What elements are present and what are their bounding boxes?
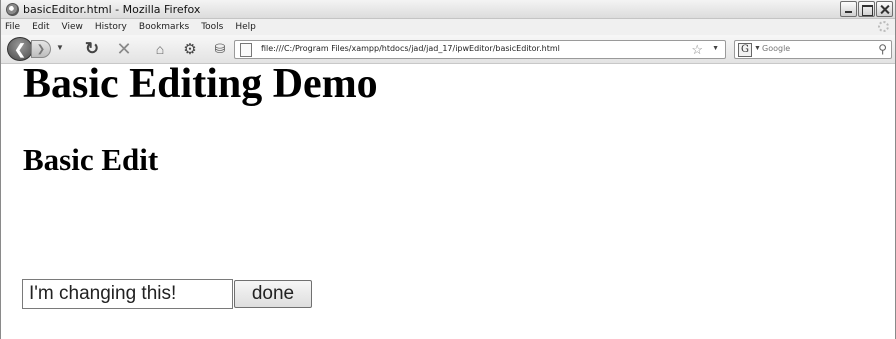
menu-tools[interactable]: Tools xyxy=(201,22,223,32)
stop-icon[interactable]: ✕ xyxy=(115,39,133,59)
history-dropdown-icon[interactable]: ▼ xyxy=(56,43,64,52)
home-icon[interactable]: ⌂ xyxy=(151,40,169,58)
star-icon[interactable]: ☆ xyxy=(691,42,703,58)
database-icon[interactable]: ⛁ xyxy=(211,40,229,58)
maximize-button[interactable] xyxy=(858,1,875,17)
edit-input[interactable] xyxy=(22,279,233,309)
forward-arrow-icon: ❯ xyxy=(36,43,46,55)
engine-dropdown-icon[interactable]: ▼ xyxy=(754,45,761,52)
menu-file[interactable]: File xyxy=(5,22,20,32)
menu-bookmarks[interactable]: Bookmarks xyxy=(139,22,189,32)
gear-icon[interactable]: ⚙ xyxy=(181,40,199,58)
back-arrow-icon: ❮ xyxy=(14,40,26,57)
address-bar[interactable]: file:///C:/Program Files/xampp/htdocs/ja… xyxy=(234,40,726,59)
search-icon[interactable]: ⚲ xyxy=(878,42,887,56)
forward-button[interactable]: ❯ xyxy=(31,40,51,58)
menu-bar: File Edit View History Bookmarks Tools H… xyxy=(1,19,895,35)
browser-window: basicEditor.html - Mozilla Firefox File … xyxy=(0,0,896,339)
page-heading: Basic Editing Demo xyxy=(23,61,378,107)
done-button[interactable]: done xyxy=(234,280,312,308)
window-controls xyxy=(840,1,893,17)
throbber-icon xyxy=(878,21,889,32)
back-button[interactable]: ❮ xyxy=(7,37,33,61)
menu-help[interactable]: Help xyxy=(235,22,256,32)
title-bar: basicEditor.html - Mozilla Firefox xyxy=(1,0,895,19)
window-title: basicEditor.html - Mozilla Firefox xyxy=(23,3,201,16)
search-bar: G ▼ ⚲ xyxy=(734,40,892,59)
menu-view[interactable]: View xyxy=(62,22,83,32)
search-input[interactable] xyxy=(762,44,862,53)
menu-history[interactable]: History xyxy=(95,22,127,32)
page-icon xyxy=(240,43,252,57)
url-dropdown-icon[interactable]: ▼ xyxy=(712,45,719,52)
minimize-button[interactable] xyxy=(840,1,857,17)
close-button[interactable] xyxy=(876,1,893,17)
url-text[interactable]: file:///C:/Program Files/xampp/htdocs/ja… xyxy=(261,44,560,53)
search-engine-icon[interactable]: G xyxy=(738,43,752,57)
firefox-icon xyxy=(6,3,19,16)
section-heading: Basic Edit xyxy=(23,142,159,177)
menu-edit[interactable]: Edit xyxy=(32,22,49,32)
reload-icon[interactable]: ↻ xyxy=(83,39,101,58)
